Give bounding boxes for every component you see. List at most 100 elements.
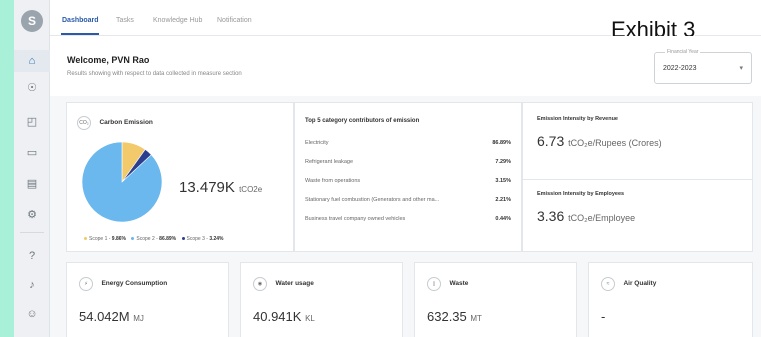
tab-knowledge-hub[interactable]: Knowledge Hub [153,17,202,24]
intensity-employees-value: 3.36 [537,208,565,224]
intensity-revenue-title: Emission Intensity by Revenue [537,116,618,122]
energy-consumption-header: ⚡ Energy Consumption [79,275,167,293]
contributor-label: Business travel company owned vehicles [305,216,406,222]
air-icon: ≈ [601,276,615,291]
chevron-down-icon[interactable]: ▾ [739,64,743,72]
intensity-employees-unit: tCO₂e/Employee [568,213,636,223]
home-icon[interactable]: ⌂ [23,52,41,70]
carbon-emission-total: 13.479K tCO2e [179,179,262,196]
legend-scope-1-value: 9.86% [111,236,126,242]
contributor-label: Refrigerant leakage [305,159,354,165]
legend-scope-2-value: 86.89% [159,236,177,242]
help-icon[interactable]: ? [23,247,41,265]
air-quality-total: - [601,309,605,324]
water-usage-header: ◉ Water usage [253,275,314,293]
pie-legend: Scope 1 - 9.86% Scope 2 - 86.89% Scope 3… [80,236,224,242]
emission-intensity-card: Emission Intensity by Revenue 6.73 tCO₂e… [522,102,753,252]
waste-icon: ▯ [427,276,441,291]
list-item: Refrigerant leakage 7.29% [305,159,511,165]
sidebar: S ⌂ ☉ ◰ ▭ ▤ ⚙ ? ♪ ☺ [14,0,50,337]
gear-icon[interactable]: ⚙ [23,206,41,224]
intensity-revenue-value: 6.73 [537,133,565,149]
legend-scope-1: Scope 1 - 9.86% [80,236,126,242]
list-item: Stationary fuel combustion (Generators a… [305,197,511,203]
intensity-employees: 3.36 tCO₂e/Employee [537,208,635,224]
intensity-employees-title: Emission Intensity by Employees [537,191,625,197]
legend-scope-2: Scope 2 - 86.89% [127,236,176,242]
contributor-label: Stationary fuel combustion (Generators a… [305,197,440,203]
active-tab-indicator [61,33,99,35]
legend-dot [181,237,185,241]
contributor-label: Waste from operations [305,178,361,184]
carbon-emission-header: CO₂ Carbon Emission [77,114,153,132]
legend-dot [131,237,135,241]
welcome-subtitle: Results showing with respect to data col… [67,71,242,77]
air-quality-header: ≈ Air Quality [601,275,656,293]
waste-card: ▯ Waste 632.35 MT [414,262,577,337]
air-quality-card: ≈ Air Quality - [588,262,753,337]
waste-unit: MT [470,314,482,323]
water-usage-title: Water usage [275,280,314,288]
financial-year-select[interactable]: Financial Year 2022-2023 ▾ [654,49,752,84]
list-item: Electricity 86.89% [305,140,511,146]
energy-consumption-title: Energy Consumption [101,280,168,288]
financial-year-value: 2022-2023 [663,65,697,72]
compass-icon[interactable]: ☉ [23,79,41,97]
tab-tasks[interactable]: Tasks [116,17,134,24]
waste-value: 632.35 [427,309,467,324]
welcome-section: Welcome, PVN Rao Results showing with re… [50,36,761,96]
intensity-revenue-unit: tCO₂e/Rupees (Crores) [568,138,662,148]
contributor-percent: 86.89% [492,140,511,146]
app-logo: S [21,10,43,32]
intensity-divider [523,179,752,180]
list-item: Waste from operations 3.15% [305,178,511,184]
water-usage-total: 40.941K KL [253,309,315,324]
waste-header: ▯ Waste [427,275,468,293]
user-icon[interactable]: ☺ [23,305,41,323]
top-contributors-title: Top 5 category contributors of emission [305,118,420,124]
carbon-emission-pie-chart [81,141,163,223]
energy-consumption-total: 54.042M MJ [79,309,144,324]
water-icon: ◉ [253,276,267,291]
legend-scope-3-label: Scope 3 - [186,236,210,242]
air-quality-value: - [601,309,606,324]
intensity-revenue: 6.73 tCO₂e/Rupees (Crores) [537,133,662,149]
legend-scope-2-label: Scope 2 - [136,236,160,242]
waste-total: 632.35 MT [427,309,482,324]
contributor-percent: 3.15% [495,178,511,184]
energy-consumption-value: 54.042M [79,309,130,324]
water-usage-unit: KL [305,314,315,323]
financial-year-label: Financial Year [665,49,701,55]
laptop-icon[interactable]: ▭ [23,144,41,162]
waste-title: Waste [449,280,469,288]
contributor-percent: 2.21% [495,197,511,203]
globe-icon[interactable]: ◰ [23,113,41,131]
app-frame: S ⌂ ☉ ◰ ▭ ▤ ⚙ ? ♪ ☺ Dashboard Tasks Know… [14,0,761,337]
carbon-emission-unit: tCO2e [239,185,263,194]
carbon-emission-card: CO₂ Carbon Emission 13.479K tCO2e Scope … [66,102,294,252]
chart-icon[interactable]: ▤ [23,175,41,193]
legend-scope-3-value: 3.24% [209,236,224,242]
co2-icon: CO₂ [77,115,91,130]
energy-consumption-unit: MJ [133,314,144,323]
bell-icon[interactable]: ♪ [23,276,41,294]
tab-dashboard[interactable]: Dashboard [62,17,99,24]
carbon-emission-title: Carbon Emission [99,119,153,127]
list-item: Business travel company owned vehicles 0.… [305,216,511,222]
sidebar-divider [20,232,44,233]
legend-dot [84,237,87,241]
contributor-label: Electricity [305,140,329,146]
legend-scope-1-label: Scope 1 - [89,236,112,242]
top-contributors-card: Top 5 category contributors of emission … [294,102,522,252]
air-quality-title: Air Quality [623,280,657,288]
water-usage-card: ◉ Water usage 40.941K KL [240,262,403,337]
carbon-emission-value: 13.479K [179,179,235,196]
water-usage-value: 40.941K [253,309,302,324]
lightning-icon: ⚡ [79,276,93,291]
energy-consumption-card: ⚡ Energy Consumption 54.042M MJ [66,262,229,337]
welcome-title: Welcome, PVN Rao [67,55,150,65]
legend-scope-3: Scope 3 - 3.24% [178,236,224,242]
contributor-percent: 0.44% [495,216,511,222]
contributor-percent: 7.29% [495,159,511,165]
tab-notification[interactable]: Notification [217,17,252,24]
